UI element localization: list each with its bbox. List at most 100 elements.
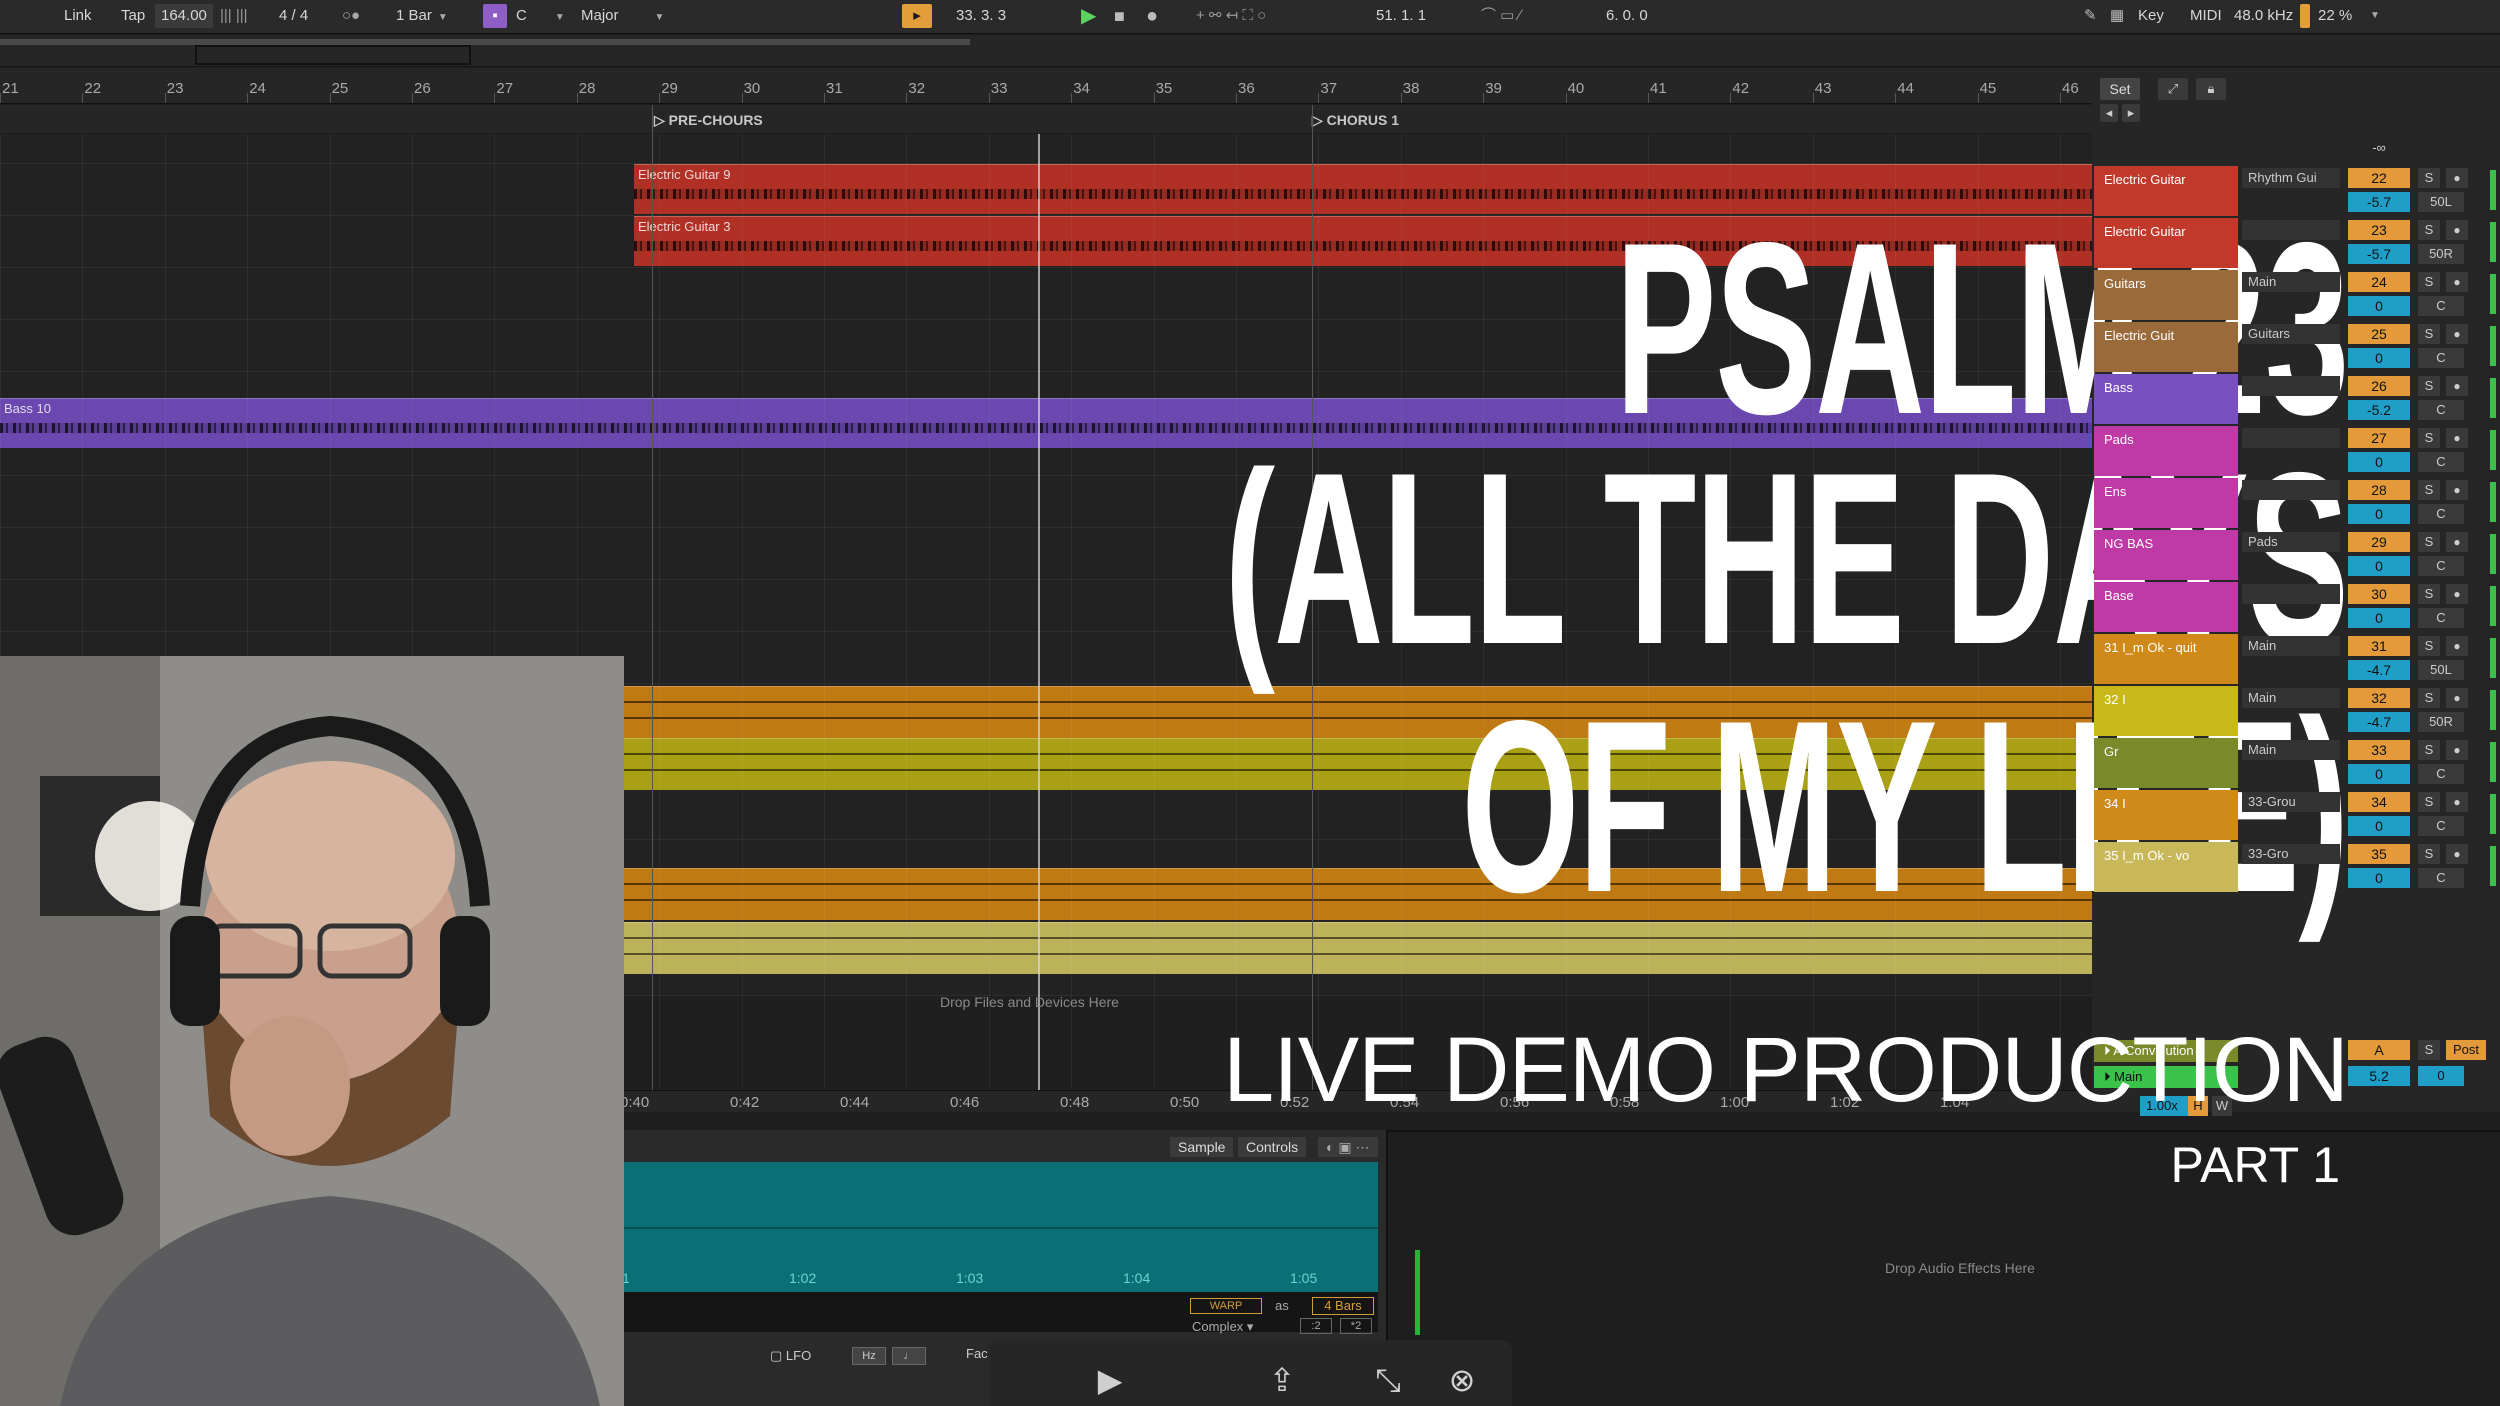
track-output-routing[interactable]: Pads [2242,532,2340,552]
track-volume[interactable]: 0 [2348,556,2410,576]
warp-button[interactable]: WARP [1190,1298,1262,1314]
main-pan[interactable]: 0 [2418,1066,2464,1086]
record-arm-icon[interactable]: ● [2446,272,2468,292]
lfo-toggle[interactable]: ▢ LFO [770,1348,811,1364]
track-output-routing[interactable] [2242,480,2340,500]
record-arm-icon[interactable]: ● [2446,740,2468,760]
solo-button[interactable]: S [2418,792,2440,812]
collapse-icon[interactable]: ⤡ [1368,1360,1408,1400]
track-pan[interactable]: C [2418,816,2464,836]
main-volume[interactable]: 5.2 [2348,1066,2410,1086]
quantize-select[interactable]: 1 Bar ▼ [390,4,454,28]
return-label[interactable]: A [2348,1040,2410,1060]
track-number[interactable]: 35 [2348,844,2410,864]
solo-button[interactable]: S [2418,636,2440,656]
track-output-routing[interactable] [2242,584,2340,604]
track-pan[interactable]: 50R [2418,244,2464,264]
loop-start-field[interactable]: 51. 1. 1 [1370,4,1432,28]
track-output-routing[interactable] [2242,376,2340,396]
sync-icon[interactable]: ♩ [892,1347,926,1365]
track-volume[interactable]: 0 [2348,608,2410,628]
track-header[interactable]: Bass [2094,374,2238,424]
close-icon[interactable]: ⊗ [1442,1360,1482,1400]
track-volume[interactable]: -5.2 [2348,400,2410,420]
arrangement-overview[interactable] [0,35,2500,67]
overdub-icon[interactable]: + ⚯ ↤ ⛶ ○ [1190,4,1272,28]
track-number[interactable]: 22 [2348,168,2410,188]
track-pan[interactable]: C [2418,296,2464,316]
track-volume[interactable]: 0 [2348,764,2410,784]
solo-button[interactable]: S [2418,324,2440,344]
track-header[interactable]: 32 I [2094,686,2238,736]
record-icon[interactable]: ● [1140,4,1164,28]
track-pan[interactable]: C [2418,504,2464,524]
track-output-routing[interactable]: Rhythm Gui [2242,168,2340,188]
scale-select[interactable]: Major ▼ [575,4,675,28]
track-pan[interactable]: 50R [2418,712,2464,732]
track-volume[interactable]: 0 [2348,868,2410,888]
song-position-field[interactable]: 33. 3. 3 [950,4,1012,28]
set-locator-button[interactable]: Set [2100,78,2140,100]
track-pan[interactable]: C [2418,400,2464,420]
track-number[interactable]: 26 [2348,376,2410,396]
solo-button[interactable]: S [2418,584,2440,604]
track-volume[interactable]: -4.7 [2348,660,2410,680]
hz-button[interactable]: Hz [852,1347,886,1365]
track-header[interactable]: 35 I_m Ok - vo [2094,842,2238,892]
record-arm-icon[interactable]: ● [2446,428,2468,448]
record-arm-icon[interactable]: ● [2446,844,2468,864]
play-icon[interactable]: ▶ [1090,1360,1130,1400]
warp-bars-field[interactable]: 4 Bars [1312,1297,1374,1315]
track-number[interactable]: 28 [2348,480,2410,500]
solo-button[interactable]: S [2418,428,2440,448]
record-arm-icon[interactable]: ● [2446,376,2468,396]
link-button[interactable]: Link [58,4,98,28]
track-output-routing[interactable]: Main [2242,636,2340,656]
post-button[interactable]: Post [2446,1040,2486,1060]
lock-icon[interactable]: 🔒︎ [2196,78,2226,100]
record-arm-icon[interactable]: ● [2446,324,2468,344]
track-pan[interactable]: 50L [2418,192,2464,212]
track-volume[interactable]: -5.7 [2348,244,2410,264]
track-volume[interactable]: -5.7 [2348,192,2410,212]
track-output-routing[interactable]: Main [2242,688,2340,708]
expand-icon[interactable]: ⤢ [2158,78,2188,100]
clip-view-options-icon[interactable]: ◐ ▣ ⋯ [1318,1137,1378,1157]
track-output-routing[interactable]: Guitars [2242,324,2340,344]
track-number[interactable]: 25 [2348,324,2410,344]
track-pan[interactable]: C [2418,868,2464,888]
track-output-routing[interactable]: 33-Gro [2242,844,2340,864]
track-volume[interactable]: 0 [2348,504,2410,524]
track-pan[interactable]: C [2418,452,2464,472]
solo-button[interactable]: S [2418,1040,2440,1060]
track-header[interactable]: NG BAS [2094,530,2238,580]
solo-button[interactable]: S [2418,740,2440,760]
half-tempo-button[interactable]: :2 [1300,1318,1332,1334]
track-header[interactable]: 31 I_m Ok - quit [2094,634,2238,684]
key-root-select[interactable]: C ▼ [510,4,574,28]
pencil-icon[interactable]: ✎ [2078,4,2103,28]
locator-pre-chorus[interactable]: ▷ PRE-CHOURS [654,112,763,129]
track-volume[interactable]: 0 [2348,816,2410,836]
track-output-routing[interactable] [2242,428,2340,448]
track-header[interactable]: Pads [2094,426,2238,476]
next-locator-icon[interactable]: ▸ [2122,104,2140,122]
tempo-field[interactable]: 164.00 [155,4,213,28]
solo-button[interactable]: S [2418,220,2440,240]
tap-button[interactable]: Tap [115,4,151,28]
record-arm-icon[interactable]: ● [2446,792,2468,812]
time-signature-field[interactable]: 4 / 4 [273,4,314,28]
track-volume[interactable]: -4.7 [2348,712,2410,732]
track-header[interactable]: Electric Guitar [2094,218,2238,268]
solo-button[interactable]: S [2418,844,2440,864]
track-header[interactable]: Gr [2094,738,2238,788]
record-arm-icon[interactable]: ● [2446,688,2468,708]
track-pan[interactable]: C [2418,608,2464,628]
double-tempo-button[interactable]: *2 [1340,1318,1372,1334]
follow-icon[interactable]: ▸ [902,4,932,28]
loop-length-field[interactable]: 6. 0. 0 [1600,4,1654,28]
record-arm-icon[interactable]: ● [2446,636,2468,656]
record-arm-icon[interactable]: ● [2446,584,2468,604]
track-header[interactable]: Guitars [2094,270,2238,320]
solo-button[interactable]: S [2418,532,2440,552]
